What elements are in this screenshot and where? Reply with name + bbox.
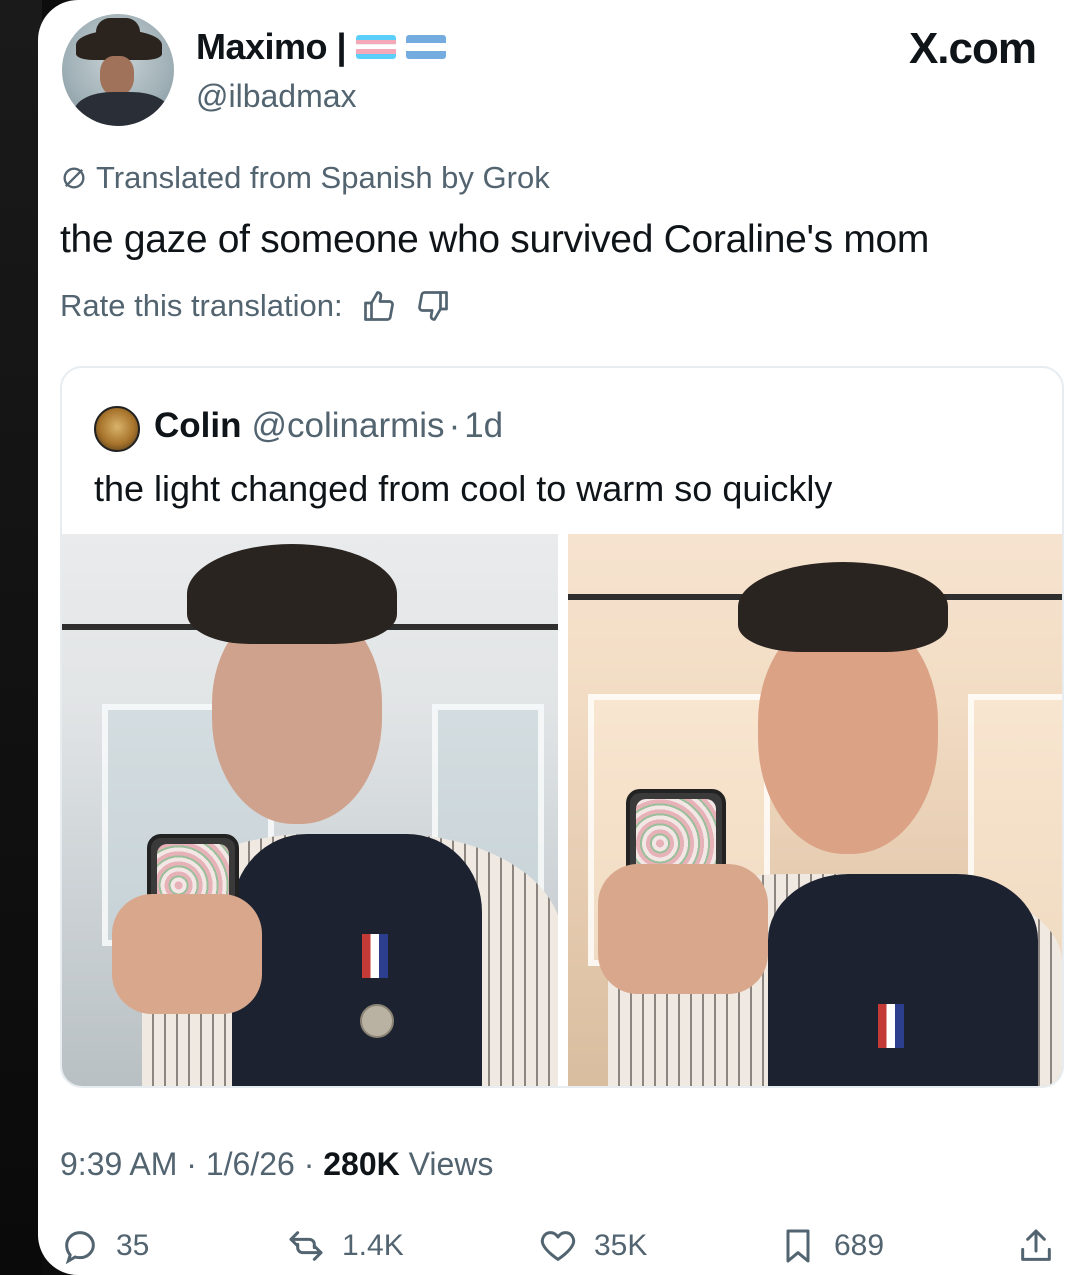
author-name[interactable]: Maximo | [196, 26, 347, 68]
bookmark-count: 689 [834, 1229, 885, 1262]
translation-notice: Translated from Spanish by Grok [60, 160, 550, 196]
share-button[interactable] [1016, 1226, 1056, 1266]
avatar-coat [74, 92, 170, 126]
bookmark-icon [786, 1229, 810, 1263]
author-avatar[interactable] [62, 14, 174, 126]
like-button[interactable]: 35K [538, 1226, 647, 1266]
separator: · [186, 1146, 197, 1182]
views-count: 280K [323, 1146, 400, 1182]
repost-count: 1.4K [342, 1229, 404, 1262]
author-handle[interactable]: @ilbadmax [196, 78, 357, 115]
medal-ribbon [362, 934, 388, 978]
like-count: 35K [594, 1229, 648, 1262]
medal [360, 1004, 394, 1038]
rate-translation-label: Rate this translation: [60, 288, 343, 323]
hand [112, 894, 262, 1014]
reply-icon [65, 1231, 95, 1265]
quoted-timestamp: 1d [464, 406, 504, 445]
share-icon [1021, 1229, 1051, 1261]
argentina-flag-icon [406, 35, 447, 59]
site-watermark: X.com [908, 24, 1037, 73]
quoted-separator: · [448, 406, 461, 445]
tweet-date[interactable]: 1/6/26 [206, 1146, 295, 1182]
medal-ribbon [878, 1004, 904, 1048]
translation-label: Translated from Spanish by Grok [96, 160, 550, 195]
translate-icon [63, 167, 85, 189]
quoted-author-avatar[interactable] [94, 406, 140, 452]
action-bar: 35 1.4K 35K 689 [38, 1226, 1080, 1275]
photo-cool-light[interactable] [62, 534, 558, 1086]
repost-icon [289, 1231, 323, 1261]
rate-translation-row: Rate this translation: [60, 288, 451, 324]
quoted-tweet[interactable]: Colin @colinarmis · 1d the light changed… [60, 366, 1064, 1088]
thumbs-down-icon[interactable] [415, 288, 451, 324]
transgender-flag-icon [356, 35, 397, 59]
photo-warm-light[interactable] [568, 534, 1062, 1086]
quoted-author-handle[interactable]: @colinarmis [251, 406, 444, 446]
vest [232, 834, 482, 1086]
quoted-tweet-header: Colin @colinarmis · 1d [154, 406, 503, 446]
tweet-card: Maximo | @ilbadmax X.com Translated from… [38, 0, 1080, 1275]
thumbs-up-icon[interactable] [361, 288, 397, 324]
tweet-timestamp-row: 9:39 AM · 1/6/26 · 280K Views [60, 1146, 493, 1183]
repost-button[interactable]: 1.4K [286, 1226, 404, 1266]
avatar-face [100, 56, 134, 96]
heart-icon [540, 1231, 576, 1261]
tweet-time[interactable]: 9:39 AM [60, 1146, 177, 1182]
views-label: Views [408, 1146, 494, 1182]
background-edge [0, 0, 42, 1275]
reply-count: 35 [116, 1229, 150, 1262]
hand [598, 864, 768, 994]
quoted-tweet-text: the light changed from cool to warm so q… [94, 468, 833, 509]
bookmark-button[interactable]: 689 [778, 1226, 884, 1266]
author-name-row: Maximo | [196, 26, 447, 68]
tweet-text: the gaze of someone who survived Coralin… [60, 218, 930, 261]
hair [738, 562, 948, 652]
vest [768, 874, 1038, 1086]
hair [187, 544, 397, 644]
quoted-author-name[interactable]: Colin [154, 406, 241, 446]
reply-button[interactable]: 35 [60, 1226, 149, 1266]
separator: · [303, 1146, 315, 1182]
